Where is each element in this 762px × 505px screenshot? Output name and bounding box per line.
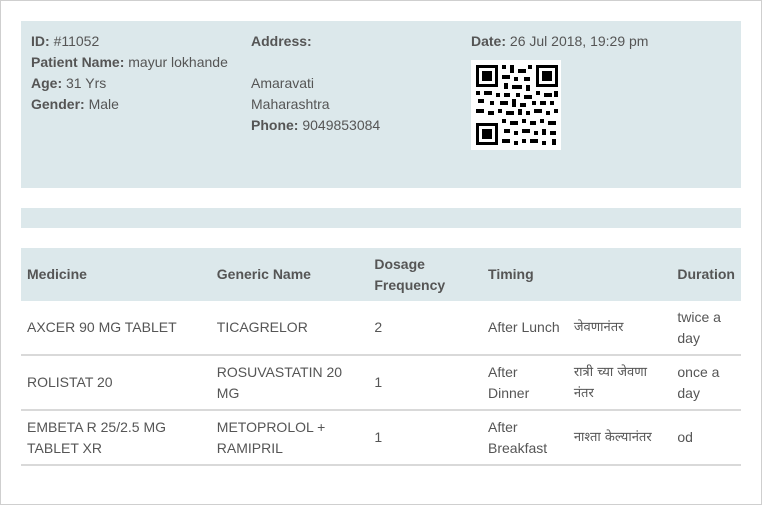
timing-local-cell: रात्री च्या जेवणा नंतर [567, 355, 672, 411]
header-generic-name: Generic Name [216, 266, 311, 282]
prescription-card: ID: #11052 Patient Name: mayur lokhande … [0, 0, 762, 505]
patient-gender-label: Gender: [31, 96, 85, 112]
table-row: EMBETA R 25/2.5 MG TABLET XR METOPROLOL … [21, 410, 741, 466]
address-city: Amaravati [251, 75, 315, 91]
date-label: Date: [471, 33, 507, 49]
medicine-cell: AXCER 90 MG TABLET [21, 301, 211, 356]
dosage-cell: 1 [368, 355, 483, 411]
header-medicine: Medicine [27, 266, 87, 282]
timing-cell: After Dinner [482, 355, 568, 411]
table-header-row: Medicine Generic Name Dosage Frequency T… [21, 248, 741, 301]
header-timing: Timing [488, 266, 534, 282]
patient-gender: Gender: Male [31, 94, 246, 115]
phone-value: 9049853084 [302, 117, 381, 133]
timing-local-cell: जेवणानंतर [567, 301, 672, 356]
phone: Phone: 9049853084 [251, 115, 461, 136]
patient-name: Patient Name: mayur lokhande [31, 52, 246, 73]
section-divider-strip [21, 208, 741, 228]
address-label: Address: [251, 33, 312, 49]
patient-info-panel: ID: #11052 Patient Name: mayur lokhande … [21, 21, 741, 188]
generic-name-cell: ROSUVASTATIN 20 MG [210, 355, 369, 411]
medicine-cell: EMBETA R 25/2.5 MG TABLET XR [21, 410, 211, 466]
patient-id-label: ID: [31, 33, 50, 49]
duration-cell: od [671, 410, 741, 466]
timing-local-cell: नाश्ता केल्यानंतर [567, 410, 672, 466]
patient-id-value: #11052 [53, 33, 100, 49]
prescription-table: Medicine Generic Name Dosage Frequency T… [21, 248, 741, 466]
phone-label: Phone: [251, 117, 299, 133]
patient-name-label: Patient Name: [31, 54, 125, 70]
address-details: Address: Amaravati Maharashtra Phone: 90… [251, 31, 461, 136]
duration-cell: twice a day [671, 301, 741, 356]
medicine-cell: ROLISTAT 20 [21, 355, 211, 411]
table-row: AXCER 90 MG TABLET TICAGRELOR 2 After Lu… [21, 301, 741, 356]
visit-date: Date: 26 Jul 2018, 19:29 pm [471, 31, 731, 52]
duration-cell: once a day [671, 355, 741, 411]
dosage-cell: 2 [368, 301, 483, 356]
date-value: 26 Jul 2018, 19:29 pm [509, 33, 649, 49]
header-dosage-frequency: Dosage Frequency [374, 255, 446, 293]
patient-name-value: mayur lokhande [128, 54, 228, 70]
patient-age-label: Age: [31, 75, 63, 91]
generic-name-cell: TICAGRELOR [210, 301, 369, 356]
patient-age-value: 31 Yrs [66, 75, 107, 91]
visit-details: Date: 26 Jul 2018, 19:29 pm [471, 31, 731, 150]
patient-id: ID: #11052 [31, 31, 246, 52]
patient-gender-value: Male [88, 96, 119, 112]
timing-cell: After Breakfast [482, 410, 568, 466]
patient-details: ID: #11052 Patient Name: mayur lokhande … [31, 31, 246, 115]
table-row: ROLISTAT 20 ROSUVASTATIN 20 MG 1 After D… [21, 355, 741, 411]
address-line1 [251, 52, 461, 73]
qr-code-icon [471, 60, 561, 150]
dosage-cell: 1 [368, 410, 483, 466]
address-state: Maharashtra [251, 96, 330, 112]
timing-cell: After Lunch [482, 301, 568, 356]
patient-age: Age: 31 Yrs [31, 73, 246, 94]
generic-name-cell: METOPROLOL + RAMIPRIL [210, 410, 369, 466]
header-duration: Duration [677, 266, 735, 282]
